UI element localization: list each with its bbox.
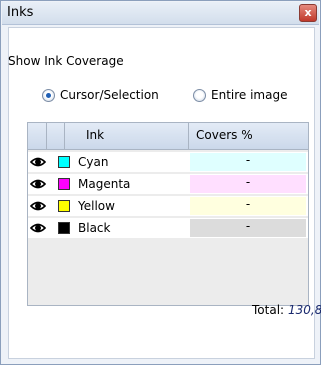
window-title: Inks <box>7 5 34 20</box>
title-bar[interactable]: Inks x <box>2 2 319 25</box>
visibility-eye-icon[interactable] <box>30 177 46 191</box>
header-divider <box>46 123 47 149</box>
radio-label: Cursor/Selection <box>60 88 159 102</box>
column-header-covers[interactable]: Covers % <box>196 128 253 142</box>
header-divider <box>188 123 189 149</box>
header-divider <box>64 123 65 149</box>
coverage-cell: - <box>190 197 306 215</box>
total-label: Total: <box>252 303 285 317</box>
ink-name: Black <box>78 221 111 235</box>
visibility-eye-icon[interactable] <box>30 155 46 169</box>
radio-entire-image[interactable]: Entire image <box>193 88 287 102</box>
radio-button[interactable] <box>193 88 206 102</box>
table-row[interactable]: Yellow - <box>28 196 308 216</box>
column-header-ink[interactable]: Ink <box>86 128 104 142</box>
coverage-cell: - <box>190 153 306 171</box>
radio-label: Entire image <box>211 88 288 102</box>
table-row[interactable]: Cyan - <box>28 152 308 172</box>
close-button[interactable]: x <box>299 4 317 22</box>
table-row[interactable]: Black - <box>28 218 308 238</box>
table-row[interactable]: Magenta - <box>28 174 308 194</box>
color-swatch <box>58 178 70 190</box>
ink-table: Ink Covers % Cyan - Magenta - Yellow - B… <box>27 122 309 306</box>
close-icon: x <box>304 6 312 19</box>
visibility-eye-icon[interactable] <box>30 221 46 235</box>
total-value: 130,8 <box>288 303 321 317</box>
radio-cursor-selection[interactable]: Cursor/Selection <box>42 88 159 102</box>
color-swatch <box>58 222 70 234</box>
table-header: Ink Covers % <box>28 123 308 150</box>
coverage-cell: - <box>190 175 306 193</box>
ink-name: Magenta <box>78 177 131 191</box>
section-label: Show Ink Coverage <box>8 54 124 68</box>
color-swatch <box>58 200 70 212</box>
visibility-eye-icon[interactable] <box>30 199 46 213</box>
ink-name: Cyan <box>78 155 109 169</box>
coverage-cell: - <box>190 219 306 237</box>
radio-button[interactable] <box>42 88 55 102</box>
ink-name: Yellow <box>78 199 115 213</box>
color-swatch <box>58 156 70 168</box>
